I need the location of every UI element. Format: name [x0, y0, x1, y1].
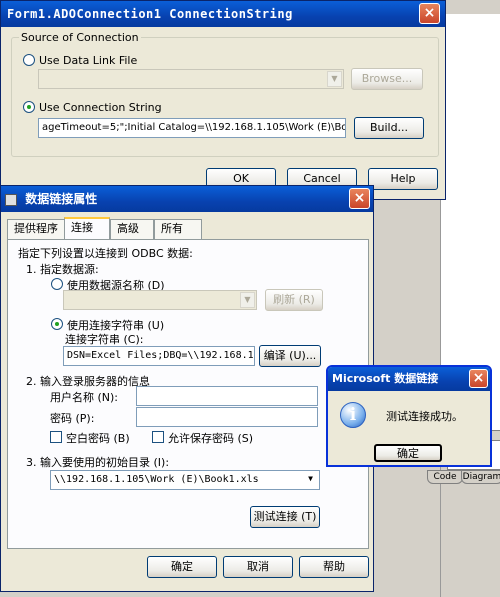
- tab-panel: 指定下列设置以连接到 ODBC 数据: 1. 指定数据源: 使用数据源名称 (D…: [7, 239, 369, 549]
- message-box: Microsoft 数据链接 × i 测试连接成功。 确定: [326, 365, 492, 467]
- data-link-title: 数据链接属性: [25, 192, 98, 206]
- username-label: 用户名称 (N):: [50, 391, 119, 404]
- info-icon: i: [340, 402, 366, 428]
- tab-provider[interactable]: 提供程序: [7, 219, 65, 239]
- connection-string-input[interactable]: DSN=Excel Files;DBQ=\\192.168.1.10: [63, 346, 255, 366]
- blank-password-label[interactable]: 空白密码 (B): [66, 430, 130, 446]
- password-label: 密码 (P):: [50, 412, 95, 425]
- connection-string-dialog: Form1.ADOConnection1 ConnectionString × …: [0, 0, 446, 200]
- username-input[interactable]: [136, 386, 318, 406]
- browse-button[interactable]: Browse...: [351, 68, 423, 90]
- initial-catalog-select[interactable]: \\192.168.1.105\Work (E)\Book1.xls ▼: [50, 470, 320, 490]
- dialog-title: Form1.ADOConnection1 ConnectionString: [7, 7, 293, 21]
- background-window: Code Diagram: [427, 0, 500, 597]
- dsn-select[interactable]: ▼: [63, 290, 257, 310]
- build-button[interactable]: Build...: [354, 117, 424, 139]
- help-button[interactable]: Help: [368, 168, 438, 190]
- data-link-properties-dialog: 数据链接属性 × 提供程序 连接 高级 所有 指定下列设置以连接到 ODBC 数…: [0, 185, 374, 592]
- password-input[interactable]: [136, 407, 318, 427]
- blank-password-checkbox[interactable]: [50, 431, 62, 443]
- allow-save-password-label[interactable]: 允许保存密码 (S): [168, 430, 253, 446]
- close-button[interactable]: ×: [469, 369, 488, 388]
- close-button[interactable]: ×: [349, 188, 370, 209]
- source-of-connection-label: Source of Connection: [19, 31, 141, 44]
- cancel-button[interactable]: 取消: [223, 556, 293, 578]
- step2-heading: 2. 输入登录服务器的信息: [26, 375, 150, 388]
- message-box-title: Microsoft 数据链接: [332, 372, 439, 385]
- use-dsn-radio[interactable]: [51, 278, 63, 290]
- tab-advanced[interactable]: 高级: [110, 219, 154, 239]
- message-text: 测试连接成功。: [386, 410, 463, 423]
- allow-save-password-checkbox[interactable]: [152, 431, 164, 443]
- connection-string-dialog-titlebar: Form1.ADOConnection1 ConnectionString: [1, 1, 445, 27]
- message-box-titlebar: Microsoft 数据链接: [328, 367, 490, 391]
- connection-string-label: 连接字符串 (C):: [65, 333, 144, 346]
- tab-connection[interactable]: 连接: [64, 217, 110, 239]
- ok-button[interactable]: 确定: [147, 556, 217, 578]
- tab-bar: 提供程序 连接 高级 所有: [7, 217, 367, 241]
- data-link-file-select[interactable]: ▼: [38, 69, 344, 89]
- use-data-link-file-radio[interactable]: [23, 54, 35, 66]
- use-connection-string-radio[interactable]: [51, 318, 63, 330]
- test-connection-button[interactable]: 测试连接 (T): [250, 506, 320, 528]
- close-button[interactable]: ×: [419, 3, 440, 24]
- data-link-icon: [5, 193, 17, 206]
- background-tab-diagram[interactable]: Diagram: [461, 470, 500, 484]
- help-button[interactable]: 帮助: [299, 556, 369, 578]
- background-tab-code[interactable]: Code: [427, 470, 463, 484]
- chevron-down-icon[interactable]: ▼: [327, 71, 342, 87]
- chevron-down-icon[interactable]: ▼: [303, 472, 318, 488]
- data-link-properties-titlebar: 数据链接属性: [1, 186, 373, 212]
- instruction-text: 指定下列设置以连接到 ODBC 数据:: [18, 247, 193, 260]
- connection-string-input[interactable]: ageTimeout=5;";Initial Catalog=\\192.168…: [38, 118, 346, 138]
- step3-heading: 3. 输入要使用的初始目录 (I):: [26, 456, 170, 469]
- use-connection-string-radio[interactable]: [23, 101, 35, 113]
- use-connection-string-label[interactable]: Use Connection String: [39, 101, 162, 114]
- background-window-titlebar: [441, 0, 500, 14]
- initial-catalog-value: \\192.168.1.105\Work (E)\Book1.xls: [54, 474, 259, 485]
- refresh-button[interactable]: 刷新 (R): [265, 289, 323, 311]
- chevron-down-icon[interactable]: ▼: [240, 292, 255, 308]
- ok-button[interactable]: 确定: [374, 444, 442, 462]
- tab-all[interactable]: 所有: [154, 219, 202, 239]
- compile-button[interactable]: 编译 (U)...: [259, 345, 321, 367]
- step1-heading: 1. 指定数据源:: [26, 263, 99, 276]
- use-data-link-file-label[interactable]: Use Data Link File: [39, 54, 137, 67]
